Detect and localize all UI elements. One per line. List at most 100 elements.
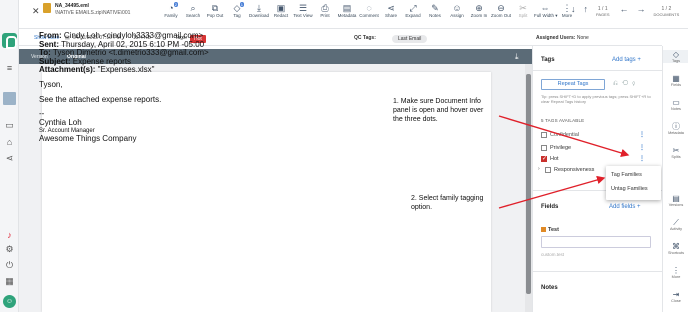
share-button[interactable]: ⋖ Share xyxy=(380,3,402,19)
rail-item-notes[interactable]: ▭ Notes xyxy=(663,98,688,111)
viewer-scrollbar[interactable] xyxy=(525,64,532,312)
toolbar-tools: ◔ 2 Family ⌕ Search ⧉ Pop Out ◇ 1 Tag ⤓ Download ▣ Re… xyxy=(160,2,578,19)
tag-button[interactable]: ◇ 1 Tag xyxy=(226,2,248,19)
expand-button[interactable]: ⤢ Expand xyxy=(402,3,424,19)
settings-icon[interactable]: ⚙ xyxy=(4,244,15,254)
rail-item-more[interactable]: ⋮ More xyxy=(663,266,688,279)
repeat-tags-button[interactable]: Repeat Tags xyxy=(541,79,605,90)
tag-label: Privilege xyxy=(550,145,572,151)
scrollbar-thumb[interactable] xyxy=(526,74,531,294)
tag-checkbox-checked[interactable] xyxy=(541,155,547,162)
prev-doc-button[interactable]: ← xyxy=(620,4,629,14)
rail-item-close-panel[interactable]: ⇥ Close xyxy=(663,290,688,303)
assigned-users: Assigned Users: None xyxy=(532,29,662,46)
field-test-input[interactable] xyxy=(541,236,651,248)
notes-button[interactable]: ✎ Notes xyxy=(424,3,446,19)
tag-row-privilege[interactable]: Privilege ⋮ xyxy=(541,144,645,153)
tool-label: Zoom In xyxy=(470,13,488,18)
tag-tool-icons[interactable]: ⎌⟲⚲ xyxy=(613,81,639,88)
comment-icon: ◌ xyxy=(366,3,372,13)
close-icon[interactable]: ✕ xyxy=(32,6,40,17)
rail-item-shortcuts[interactable]: ⌘ Shortcuts xyxy=(663,242,688,255)
download-icon: ⤓ xyxy=(257,3,261,13)
tool-label: Comment xyxy=(359,13,379,18)
tags-panel-title: Tags xyxy=(541,57,555,63)
redact-button[interactable]: ▣ Redact xyxy=(270,3,292,19)
rail-item-versions[interactable]: ▤ Versions xyxy=(663,194,688,207)
download-version-icon[interactable]: ⤓ xyxy=(515,52,519,62)
field-test-hint: custom.test xyxy=(541,252,565,257)
rail-item-label: More xyxy=(671,275,681,279)
rail-item-label: Tags xyxy=(671,59,681,63)
add-tags-button[interactable]: Add tags + xyxy=(612,57,641,63)
fields-title: Fields xyxy=(541,204,559,210)
tag-checkbox[interactable] xyxy=(545,167,551,173)
review-icon[interactable]: ▭ xyxy=(4,120,15,130)
family-button[interactable]: ◔ 2 Family xyxy=(160,2,182,19)
tag-checkbox[interactable] xyxy=(541,145,547,151)
rail-item-label: Activity xyxy=(669,227,683,231)
tag-label: Confidential xyxy=(550,132,580,138)
tag-label: Responsiveness xyxy=(554,167,595,173)
search-button[interactable]: ⌕ Search xyxy=(182,3,204,19)
pop-out-button[interactable]: ⧉ Pop Out xyxy=(204,3,226,19)
metadata-button[interactable]: ▤ Metadata xyxy=(336,3,358,19)
print-button[interactable]: ⎙ Print xyxy=(314,3,336,19)
zoom-out-button[interactable]: ⊖ Zoom Out xyxy=(490,3,512,19)
field-test-label: Test xyxy=(541,227,559,233)
tag-options-icon[interactable]: ⋮ xyxy=(639,155,645,162)
app-logo-icon[interactable] xyxy=(2,33,17,49)
tag-options-icon[interactable]: ⋮ xyxy=(639,131,645,138)
divider xyxy=(533,70,662,71)
zoom-in-button[interactable]: ⊕ Zoom In xyxy=(468,3,490,19)
rail-item-activity[interactable]: ⟋ Activity xyxy=(663,218,688,231)
assign-icon: ☺ xyxy=(452,3,462,13)
tool-label: Redact xyxy=(273,13,289,18)
notes-icon: ▭ xyxy=(672,98,680,107)
tool-label: Zoom Out xyxy=(490,13,511,18)
share-nodes-icon[interactable]: ⋖ xyxy=(4,153,15,163)
notification-icon[interactable]: ♪ xyxy=(4,230,15,240)
comment-button[interactable]: ◌ Comment xyxy=(358,3,380,19)
rail-item-metadata[interactable]: ⓘ Metadata xyxy=(663,122,688,135)
tag-options-icon[interactable]: ⋮ xyxy=(639,144,645,151)
account-icon[interactable]: ☺ xyxy=(3,295,16,308)
user-avatar-icon[interactable] xyxy=(3,92,16,105)
versions-icon: ▤ xyxy=(672,194,680,203)
rail-item-tags[interactable]: ◇ Tags xyxy=(663,50,688,63)
expand-chevron-icon[interactable]: › xyxy=(538,166,540,172)
full-width-button[interactable]: ⇔ Full Width ▾ xyxy=(534,3,558,19)
share-icon: ⋖ xyxy=(387,3,395,13)
tag-checkbox[interactable] xyxy=(541,132,547,138)
tag-row-hot[interactable]: Hot ⋮ xyxy=(541,155,645,164)
tool-label: Full Width ▾ xyxy=(534,13,558,18)
add-fields-button[interactable]: Add fields + xyxy=(609,204,641,210)
tag-row-confidential[interactable]: Confidential ⋮ xyxy=(541,131,645,140)
split-button[interactable]: ✂ Split xyxy=(512,3,534,19)
tool-label: Share xyxy=(384,13,397,18)
tool-label: Notes xyxy=(429,13,441,18)
menu-item-tag-families[interactable]: Tag Families xyxy=(611,172,642,178)
rail-item-fields[interactable]: ▦ Fields xyxy=(663,74,688,87)
notes-title: Notes xyxy=(541,285,558,291)
home-icon[interactable]: ⌂ xyxy=(4,137,15,147)
text-view-button[interactable]: ☰ Text View xyxy=(292,3,314,19)
qc-tag-chip[interactable]: Last Email xyxy=(392,35,428,43)
menu-item-untag-families[interactable]: Untag Families xyxy=(611,186,648,192)
apps-icon[interactable]: ▦ xyxy=(4,276,15,286)
splits-icon: ✂ xyxy=(672,146,680,155)
email-greeting: Tyson, xyxy=(39,79,63,89)
tool-label: Pop Out xyxy=(206,13,224,18)
annotation-note-2: 2. Select family tagging option. xyxy=(411,195,484,211)
expand-icon: ⤢ xyxy=(409,3,417,13)
rail-item-splits[interactable]: ✂ Splits xyxy=(663,146,688,159)
download-button[interactable]: ⤓ Download xyxy=(248,3,270,19)
power-icon[interactable]: ⏻ xyxy=(4,260,15,270)
menu-icon[interactable]: ≡ xyxy=(4,63,15,73)
tool-label: Expand xyxy=(405,13,421,18)
next-page-button[interactable]: ↑ xyxy=(584,4,589,14)
next-doc-button[interactable]: → xyxy=(637,4,646,14)
assign-button[interactable]: ☺ Assign xyxy=(446,3,468,19)
rail-item-label: Fields xyxy=(670,83,682,87)
prev-page-button[interactable]: ↓ xyxy=(571,4,576,14)
